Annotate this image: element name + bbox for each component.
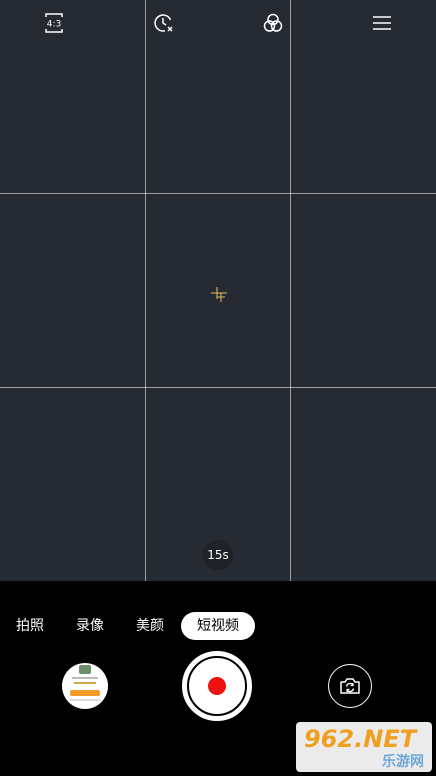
menu-icon <box>373 16 391 30</box>
mode-short-video[interactable]: 短视频 <box>181 612 255 640</box>
menu-button[interactable] <box>368 9 396 37</box>
mode-beauty[interactable]: 美颜 <box>126 612 174 640</box>
mode-photo[interactable]: 拍照 <box>6 612 54 640</box>
timer-icon <box>154 14 173 32</box>
camera-viewfinder[interactable]: 4:3 15s <box>0 0 436 581</box>
focus-icon <box>211 287 227 302</box>
mode-video[interactable]: 录像 <box>66 612 114 640</box>
switch-camera-icon <box>340 678 360 694</box>
grid-line <box>0 193 436 194</box>
mode-tabs: 拍照 录像 美颜 短视频 <box>0 612 436 640</box>
watermark-main: 962.NET <box>304 725 417 753</box>
timer-button[interactable] <box>150 9 178 37</box>
grid-line <box>145 0 146 581</box>
ratio-label: 4:3 <box>47 20 61 30</box>
record-button[interactable] <box>182 651 252 721</box>
duration-badge[interactable]: 15s <box>203 540 233 570</box>
aspect-ratio-icon: 4:3 <box>45 13 63 33</box>
top-toolbar: 4:3 <box>0 0 436 46</box>
switch-camera-button[interactable] <box>328 664 372 708</box>
record-icon <box>208 677 226 695</box>
filter-button[interactable] <box>259 9 287 37</box>
gallery-thumbnail[interactable] <box>62 663 108 709</box>
site-watermark: 962.NET 乐游网 <box>296 722 432 772</box>
grid-line <box>290 0 291 581</box>
watermark-sub: 乐游网 <box>382 754 424 770</box>
grid-line <box>0 387 436 388</box>
filter-icon <box>263 13 283 32</box>
aspect-ratio-button[interactable]: 4:3 <box>40 9 68 37</box>
